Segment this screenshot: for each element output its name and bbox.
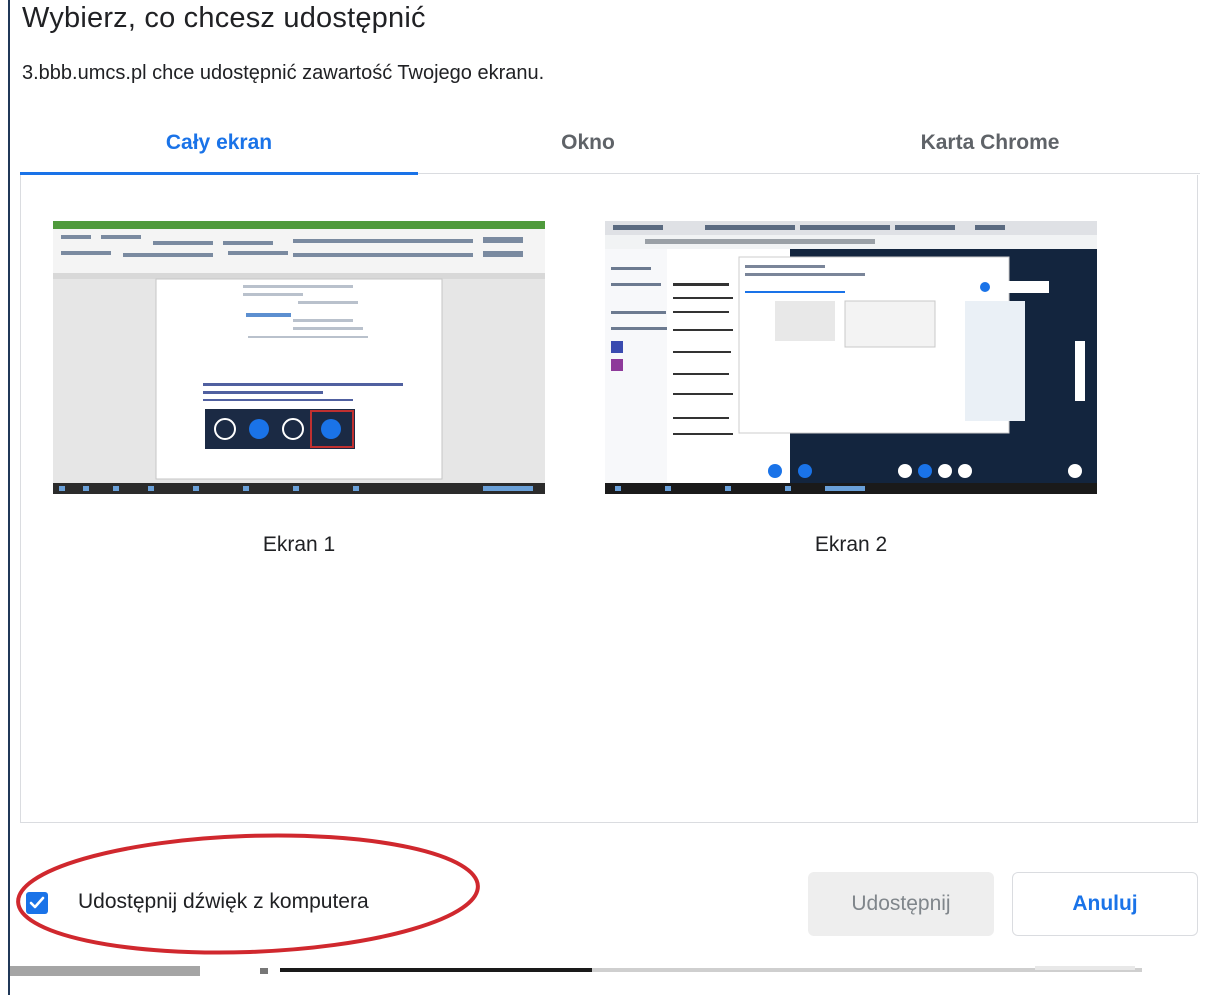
checkmark-icon [29,896,45,909]
screen-option-2[interactable] [605,221,1097,494]
screen-label-1: Ekran 1 [262,533,336,556]
tab-bar: Cały ekran Okno Karta Chrome [20,118,1200,176]
dialog-subtitle: 3.bbb.umcs.pl chce udostępnić zawartość … [22,62,545,84]
tab-window[interactable]: Okno [418,118,758,174]
background-window-strip [10,960,1220,995]
screen-label-2: Ekran 2 [814,533,888,556]
share-button[interactable]: Udostępnij [808,872,994,936]
screen-thumbnail-word-icon [53,221,545,494]
screen-list-panel: Ekran 1 Ekran 2 [20,175,1198,823]
screen-share-dialog: Wybierz, co chcesz udostępnić 3.bbb.umcs… [8,0,1220,995]
screen-option-1[interactable] [53,221,545,494]
tab-chrome-tab[interactable]: Karta Chrome [780,118,1200,174]
tab-divider [418,173,1200,174]
dialog-title: Wybierz, co chcesz udostępnić [22,2,426,34]
dialog-footer: Udostępnij dźwięk z komputera Udostępnij… [10,860,1220,950]
share-audio-label: Udostępnij dźwięk z komputera [78,890,369,913]
cancel-button[interactable]: Anuluj [1012,872,1198,936]
tab-entire-screen[interactable]: Cały ekran [20,118,418,174]
share-audio-checkbox[interactable] [26,892,48,914]
screen-thumbnail-browser-icon [605,221,1097,494]
